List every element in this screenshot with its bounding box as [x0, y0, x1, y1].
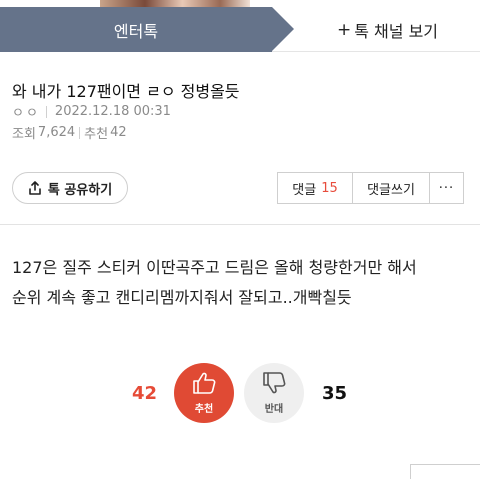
downvote-count: 35 [322, 383, 348, 404]
section-divider [0, 224, 480, 225]
post-stats: 조회 7,624 추천 42 [12, 123, 127, 142]
downvote-button[interactable]: 반대 [244, 363, 304, 423]
share-label: 톡 공유하기 [47, 182, 113, 198]
views-count: 7,624 [37, 125, 76, 140]
comments-label: 댓글 [292, 182, 317, 198]
post-body-line: 순위 계속 좋고 캔디리멤까지줘서 잘되고..개빡칠듯 [12, 288, 352, 307]
upvote-button[interactable]: 추천 [174, 363, 234, 423]
views-label: 조회 [12, 127, 36, 142]
post-body: 127은 질주 스티커 이딴곡주고 드림은 올해 청량한거만 해서 순위 계속 … [12, 253, 474, 313]
post-title: 와 내가 127팬이면 ㄹㅇ 정병올듯 [12, 82, 240, 101]
tabbar-divider [272, 51, 480, 52]
post-meta: ㅇㅇ 2022.12.18 00:31 [12, 102, 171, 121]
post-author[interactable]: ㅇㅇ [12, 102, 40, 121]
recommend-label: 추천 [84, 127, 109, 142]
write-comment-button[interactable]: 댓글쓰기 [353, 173, 430, 203]
tab-channel-label: 톡 채널 보기 [354, 21, 439, 41]
plus-icon: + [336, 19, 352, 40]
tab-entertalk-label: 엔터톡 [113, 21, 159, 41]
tab-channel-view[interactable]: + 톡 채널 보기 [295, 7, 480, 52]
share-button[interactable]: 톡 공유하기 [12, 172, 128, 204]
comments-count: 15 [321, 180, 338, 196]
more-button[interactable]: ··· [430, 173, 463, 203]
downvote-label: 반대 [264, 404, 284, 415]
share-icon [28, 181, 42, 195]
post-body-line: 127은 질주 스티커 이딴곡주고 드림은 올해 청량한거만 해서 [12, 258, 417, 277]
write-comment-label: 댓글쓰기 [367, 182, 415, 198]
thumbs-up-icon [191, 371, 217, 398]
more-icon: ··· [438, 180, 455, 196]
footer-box [410, 464, 480, 479]
upvote-count: 42 [132, 383, 158, 404]
recommend-count: 42 [110, 125, 127, 140]
stats-divider [79, 126, 81, 139]
upvote-label: 추천 [194, 404, 214, 415]
post-date: 2022.12.18 00:31 [54, 104, 171, 119]
comments-button[interactable]: 댓글 15 [278, 173, 353, 203]
tab-entertalk[interactable]: 엔터톡 [0, 7, 294, 52]
meta-divider [45, 105, 47, 118]
thumbs-down-icon [261, 371, 287, 398]
comment-button-group: 댓글 15 댓글쓰기 ··· [277, 172, 464, 204]
header-tabbar: 엔터톡 + 톡 채널 보기 [0, 7, 480, 52]
